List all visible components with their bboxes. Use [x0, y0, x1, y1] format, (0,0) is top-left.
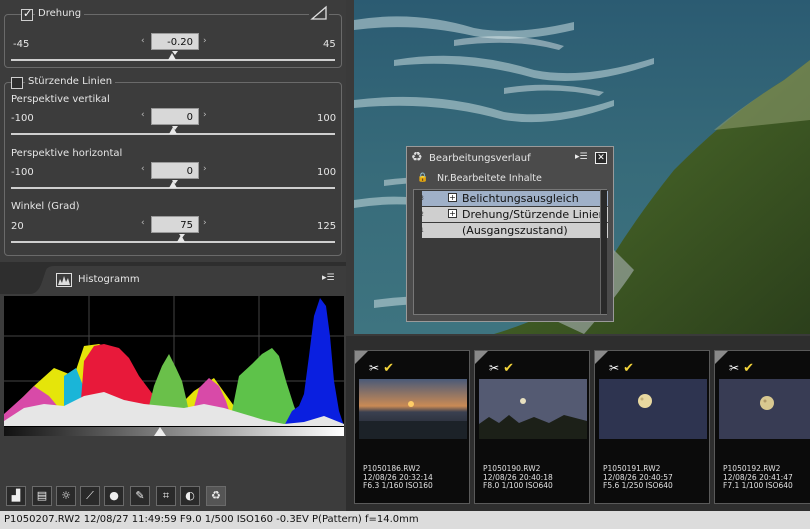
- crop-icon[interactable]: ⌗: [156, 486, 176, 506]
- status-bar: P1050207.RW2 12/08/27 11:49:59 F9.0 1/50…: [0, 511, 810, 529]
- angle-thumb[interactable]: [176, 235, 185, 242]
- perspective-horizontal-increment[interactable]: ›: [203, 164, 207, 174]
- histogram-title: Histogramm: [78, 274, 140, 285]
- brightness-icon[interactable]: ☼: [56, 486, 76, 506]
- thumbnail-meta: P1050190.RW2 12/08/26 20:40:18 F8.0 1/100 …: [483, 464, 553, 490]
- rotation-increment[interactable]: ›: [203, 36, 207, 46]
- lock-icon: 🔒: [417, 173, 429, 183]
- history-title: Bearbeitungsverlauf: [429, 153, 531, 164]
- perspective-vertical-decrement[interactable]: ‹: [141, 110, 145, 120]
- histogram-icon: [56, 273, 72, 287]
- menu-icon[interactable]: ▸☰: [575, 152, 588, 162]
- corner-marker: [475, 351, 488, 364]
- history-scrollbar[interactable]: [600, 190, 607, 314]
- corner-marker: [355, 351, 368, 364]
- expand-icon[interactable]: +: [448, 209, 457, 218]
- thumbnail-strip: ✂ ✔ P1050186.RW2 12/08/26 20:32:14 F6.3 1/1…: [346, 336, 810, 511]
- expand-icon[interactable]: +: [448, 193, 457, 202]
- angle-decrement[interactable]: ‹: [141, 218, 145, 228]
- cut-icon: ✂: [369, 361, 380, 375]
- thumbnail-card[interactable]: ✂ ✔ P1050192.RW2 12/08/26 20:41:47 F7.1 1/1…: [714, 350, 810, 504]
- angle-track[interactable]: [11, 241, 335, 243]
- perspective-vertical-label: Perspektive vertikal: [11, 94, 110, 105]
- histogram-menu-icon[interactable]: ▸☰: [322, 273, 335, 283]
- rotation-decrement[interactable]: ‹: [141, 36, 145, 46]
- perspective-horizontal-decrement[interactable]: ‹: [141, 164, 145, 174]
- angle-increment[interactable]: ›: [203, 218, 207, 228]
- thumbnail-meta: P1050186.RW2 12/08/26 20:32:14 F6.3 1/160 …: [363, 464, 433, 490]
- histogram-header: Histogramm ▸☰: [0, 262, 346, 294]
- corner-marker: [715, 351, 728, 364]
- perspective-vertical-value[interactable]: 0: [151, 108, 199, 125]
- perspective-horizontal-thumb[interactable]: [169, 181, 177, 188]
- histogram-tool-icon[interactable]: ▟: [6, 486, 26, 506]
- rotation-slider-thumb[interactable]: [168, 53, 177, 60]
- perspective-label: Stürzende Linien: [25, 76, 116, 87]
- perspective-vertical-increment[interactable]: ›: [203, 110, 207, 120]
- brush-icon[interactable]: ✎: [130, 486, 150, 506]
- comment-icon[interactable]: ▤: [32, 486, 52, 506]
- perspective-horizontal-max: 100: [317, 167, 337, 178]
- angle-min: 20: [11, 221, 24, 232]
- history-row[interactable]: 2 + Drehung/Stürzende Linien: [420, 207, 608, 222]
- thumbnail-meta: P1050192.RW2 12/08/26 20:41:47 F7.1 1/100 …: [723, 464, 793, 490]
- cut-icon: ✂: [489, 361, 500, 375]
- straighten-icon[interactable]: [309, 5, 329, 21]
- recycle-icon: ♻: [411, 150, 423, 165]
- history-header: Nr.Bearbeitete Inhalte: [437, 173, 542, 184]
- history-list: 3 + Belichtungsausgleich 2 + Drehung/Stü…: [413, 189, 608, 315]
- angle-label: Winkel (Grad): [11, 201, 80, 212]
- check-icon: ✔: [503, 361, 514, 376]
- check-icon: ✔: [383, 361, 394, 376]
- perspective-vertical-thumb[interactable]: [169, 127, 177, 134]
- cut-icon: ✂: [609, 361, 620, 375]
- history-dialog[interactable]: ♻ Bearbeitungsverlauf ▸☰ ✕ 🔒 Nr.Bearbeit…: [406, 146, 614, 322]
- color-ball-icon[interactable]: ●: [104, 486, 124, 506]
- recycle-icon[interactable]: ♻: [206, 486, 226, 506]
- thumbnail-image: [719, 379, 810, 439]
- perspective-vertical-min: -100: [11, 113, 34, 124]
- thumbnail-image: [599, 379, 707, 439]
- rotation-value[interactable]: -0.20: [151, 33, 199, 50]
- corner-marker: [595, 351, 608, 364]
- perspective-checkbox[interactable]: [11, 77, 23, 89]
- histogram-chart: [4, 296, 344, 436]
- histogram-graph: [4, 296, 344, 436]
- angle-value[interactable]: 75: [151, 216, 199, 233]
- rotation-checkbox[interactable]: [21, 7, 33, 21]
- angle-max: 125: [317, 221, 337, 232]
- perspective-vertical-max: 100: [317, 113, 337, 124]
- thumbnail-card[interactable]: ✂ ✔ P1050190.RW2 12/08/26 20:40:18 F8.0 1/1…: [474, 350, 590, 504]
- check-icon: ✔: [743, 361, 754, 376]
- close-icon[interactable]: ✕: [595, 152, 607, 164]
- curves-icon[interactable]: ⟋: [80, 486, 100, 506]
- thumbnail-card[interactable]: ✂ ✔ P1050191.RW2 12/08/26 20:40:57 F5.6 1/2…: [594, 350, 710, 504]
- rotation-min: -45: [13, 39, 30, 50]
- perspective-horizontal-label: Perspektive horizontal: [11, 148, 123, 159]
- thumbnail-image: [479, 379, 587, 439]
- thumbnail-image: [359, 379, 467, 439]
- history-row[interactable]: 3 + Belichtungsausgleich: [420, 191, 608, 206]
- check-icon: ✔: [623, 361, 634, 376]
- thumbnail-meta: P1050191.RW2 12/08/26 20:40:57 F5.6 1/250 …: [603, 464, 673, 490]
- perspective-group: Stürzende Linien Perspektive vertikal -1…: [4, 76, 342, 256]
- rotation-label: Drehung: [35, 8, 85, 19]
- history-row[interactable]: 1 (Ausgangszustand): [420, 223, 608, 238]
- rotation-max: 45: [323, 39, 336, 50]
- vignette-icon[interactable]: ◐: [180, 486, 200, 506]
- perspective-horizontal-min: -100: [11, 167, 34, 178]
- thumbnail-card[interactable]: ✂ ✔ P1050186.RW2 12/08/26 20:32:14 F6.3 1/1…: [354, 350, 470, 504]
- left-panel: Drehung -45 45 ‹ -0.20 › Stürzende Linie…: [0, 0, 346, 511]
- rotation-group: Drehung -45 45 ‹ -0.20 ›: [4, 5, 342, 68]
- perspective-horizontal-value[interactable]: 0: [151, 162, 199, 179]
- cut-icon: ✂: [729, 361, 740, 375]
